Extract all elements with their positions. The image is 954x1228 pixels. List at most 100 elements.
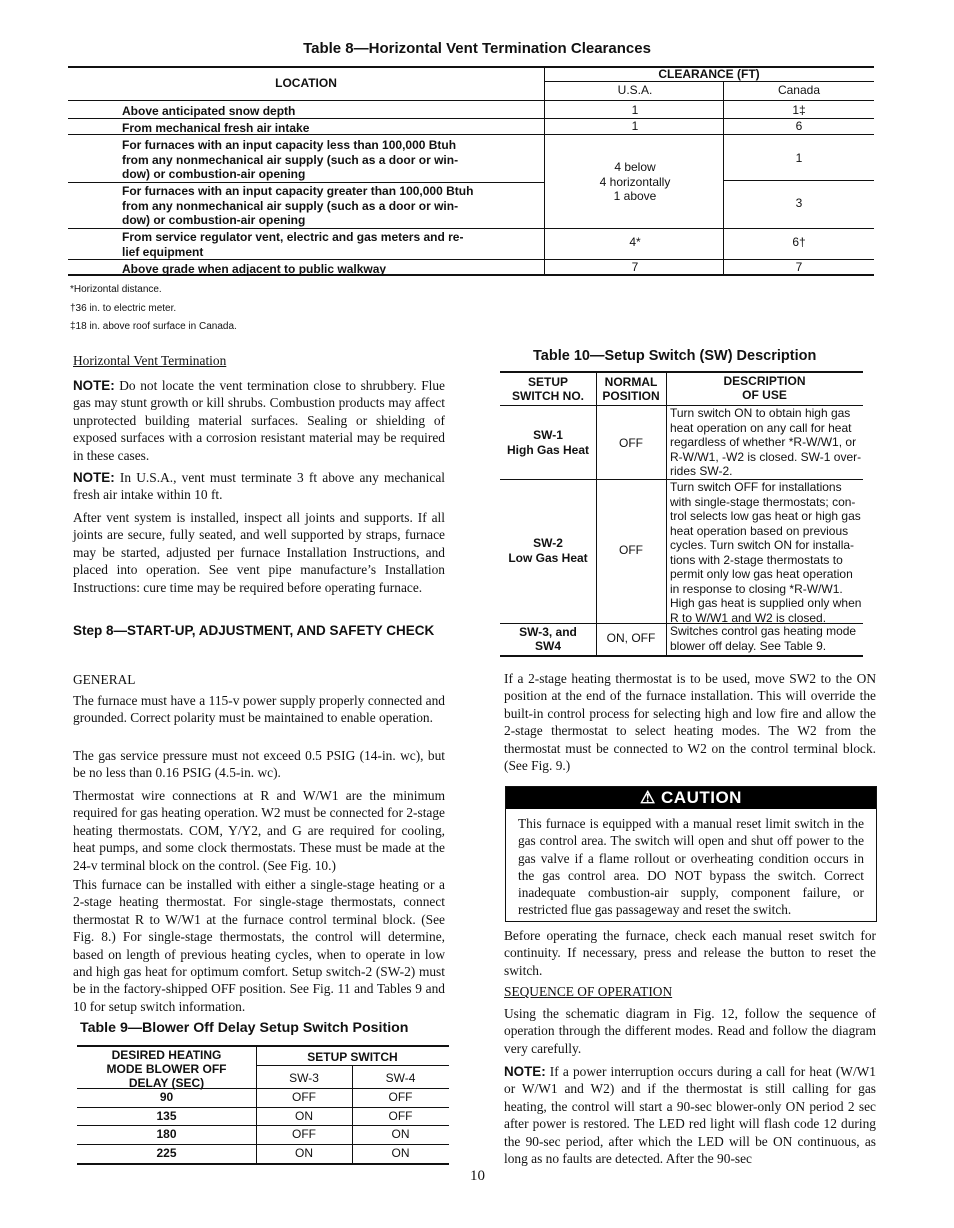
line: heat operation based on previous (670, 523, 849, 538)
table9-title: Table 9—Blower Off Delay Setup Switch Po… (80, 1020, 409, 1036)
table8-row-canada: 6 (795, 119, 803, 133)
sw2-name: SW-2 Low Gas Heat (500, 536, 596, 566)
sw1-position: OFF (619, 436, 643, 450)
line: permit only low gas heat operation (670, 567, 853, 581)
note-label: NOTE: (73, 470, 115, 485)
caution-text: This furnace is equipped with a manual r… (518, 816, 864, 918)
heading-text: Horizontal Vent Termination (73, 353, 227, 368)
line: regardless of whether *R-W/W1, or (670, 435, 857, 449)
rule (666, 371, 667, 655)
table9-cell-sw3: OFF (292, 1127, 316, 1142)
header-switch-no: SETUP SWITCH NO. (500, 375, 596, 403)
table9-cell-delay: 180 (156, 1127, 177, 1142)
line: SETUP (527, 375, 568, 389)
heading-text: SEQUENCE OF OPERATION (504, 984, 673, 999)
line: tions with 2-stage thermostats to (670, 552, 843, 567)
header-sw4: SW-4 (385, 1071, 416, 1085)
line: SW-1 (533, 428, 563, 442)
line: from any nonmechanical air supply (such … (122, 152, 459, 167)
rule (77, 1125, 449, 1127)
rule (77, 1045, 449, 1047)
table8-divider-loc (544, 66, 545, 274)
heading-horizontal-vent: Horizontal Vent Termination (73, 352, 445, 369)
line: dow) or combustion-air opening (122, 213, 306, 227)
table9: DESIRED HEATING MODE BLOWER OFF DELAY (S… (77, 1045, 449, 1165)
header-setup-switch: SETUP SWITCH (307, 1050, 398, 1064)
note-text: Do not locate the vent termination close… (73, 378, 445, 463)
line: with single-stage thermostats; con- (670, 494, 856, 509)
rule (500, 371, 863, 373)
paragraph-thermostat: Thermostat wire connections at R and W/W… (73, 788, 445, 873)
note-usa-vent: NOTE: In U.S.A., vent must terminate 3 f… (73, 469, 445, 504)
line: trol selects low gas heat or high gas (670, 509, 861, 523)
table10-title: Table 10—Setup Switch (SW) Description (533, 348, 817, 364)
line: Turn switch ON to obtain high gas (670, 406, 851, 420)
table8-row-usa: 1 (631, 119, 639, 133)
sw34-description: Switches control gas heating mode blower… (670, 624, 863, 653)
note-label: NOTE: (73, 378, 115, 393)
table8-row-usa: 1 (631, 103, 639, 117)
table9-cell-sw3: OFF (292, 1090, 316, 1104)
line: in response to closing *R-W/W1. (670, 581, 843, 596)
table8-row-canada: 6† (792, 235, 806, 249)
line: heat operation on any call for heat (670, 420, 852, 435)
paragraph-after-vent: After vent system is installed, inspect … (73, 510, 445, 595)
note-power-interruption: NOTE: If a power interruption occurs dur… (504, 1063, 876, 1167)
table8-title: Table 8—Horizontal Vent Termination Clea… (303, 40, 651, 57)
sw2-description: Turn switch OFF for installations with s… (670, 480, 863, 625)
line: High Gas Heat (506, 443, 590, 457)
line: from any nonmechanical air supply (such … (122, 198, 459, 213)
paragraph-install: This furnace can be installed with eithe… (73, 877, 445, 1014)
paragraph-before-operating: Before operating the furnace, check each… (504, 928, 876, 978)
header-sw3: SW-3 (289, 1071, 319, 1085)
sw34-position: ON, OFF (606, 631, 656, 645)
note-label: NOTE: (504, 1064, 546, 1079)
header-location: LOCATION (275, 76, 337, 90)
table10: SETUP SWITCH NO. NORMAL POSITION DESCRIP… (500, 371, 863, 657)
table9-cell-sw4: ON (391, 1127, 410, 1142)
table9-cell-sw3: ON (295, 1108, 313, 1123)
sw1-name: SW-1 High Gas Heat (500, 428, 596, 458)
header-usa: U.S.A. (617, 83, 653, 97)
rule (77, 1088, 449, 1089)
line: R-W/W1, -W2 is closed. SW-1 over- (670, 449, 862, 464)
paragraph-sequence: Using the schematic diagram in Fig. 12, … (504, 1006, 876, 1056)
rule (544, 81, 874, 82)
sw1-description: Turn switch ON to obtain high gas heat o… (670, 406, 863, 479)
table8: LOCATION CLEARANCE (FT) U.S.A. Canada Ab… (68, 66, 874, 276)
rule (596, 371, 597, 655)
line: 4 below (614, 160, 656, 174)
line: blower off delay. See Table 9. (670, 638, 827, 653)
table8-row-canada: 1 (795, 151, 803, 165)
header-canada: Canada (777, 83, 821, 97)
paragraph-2stage: If a 2-stage heating thermostat is to be… (504, 671, 876, 774)
header-delay: DESIRED HEATING MODE BLOWER OFF DELAY (S… (77, 1048, 256, 1090)
line: 4 horizontally (599, 174, 671, 189)
line: High gas heat is supplied only when (670, 596, 862, 610)
table8-row-location: For furnaces with an input capacity less… (122, 138, 542, 182)
table8-row-canada: 7 (795, 260, 803, 274)
line: OF USE (742, 388, 787, 402)
table8-row-location: For furnaces with an input capacity grea… (122, 184, 542, 228)
footnote: ‡18 in. above roof surface in Canada. (70, 321, 237, 332)
sw34-name: SW-3, and SW4 (500, 625, 596, 653)
warning-triangle-icon: ⚠ (640, 788, 656, 807)
table8-merged-usa: 4 below 4 horizontally 1 above (546, 160, 724, 204)
line: DESIRED HEATING (111, 1048, 222, 1062)
sequence-heading: SEQUENCE OF OPERATION (504, 983, 876, 1000)
line: SW-2 (533, 536, 563, 550)
line: rides SW-2. (670, 464, 733, 478)
line: dow) or combustion-air opening (122, 167, 306, 181)
note-shrubbery: NOTE: Do not locate the vent termination… (73, 377, 445, 464)
step8-heading: Step 8—START-UP, ADJUSTMENT, AND SAFETY … (73, 623, 435, 638)
header-clearance: CLEARANCE (FT) (658, 67, 760, 81)
table9-cell-delay: 135 (156, 1108, 177, 1123)
line: POSITION (602, 389, 660, 403)
footnote: *Horizontal distance. (70, 284, 162, 295)
rule (723, 180, 874, 181)
table8-row-usa: 4* (629, 235, 641, 249)
table9-cell-delay: 225 (156, 1146, 177, 1161)
table8-bottom-rule (68, 274, 874, 276)
line: cycles. Turn switch ON for installa- (670, 538, 855, 552)
line: MODE BLOWER OFF (106, 1062, 227, 1076)
